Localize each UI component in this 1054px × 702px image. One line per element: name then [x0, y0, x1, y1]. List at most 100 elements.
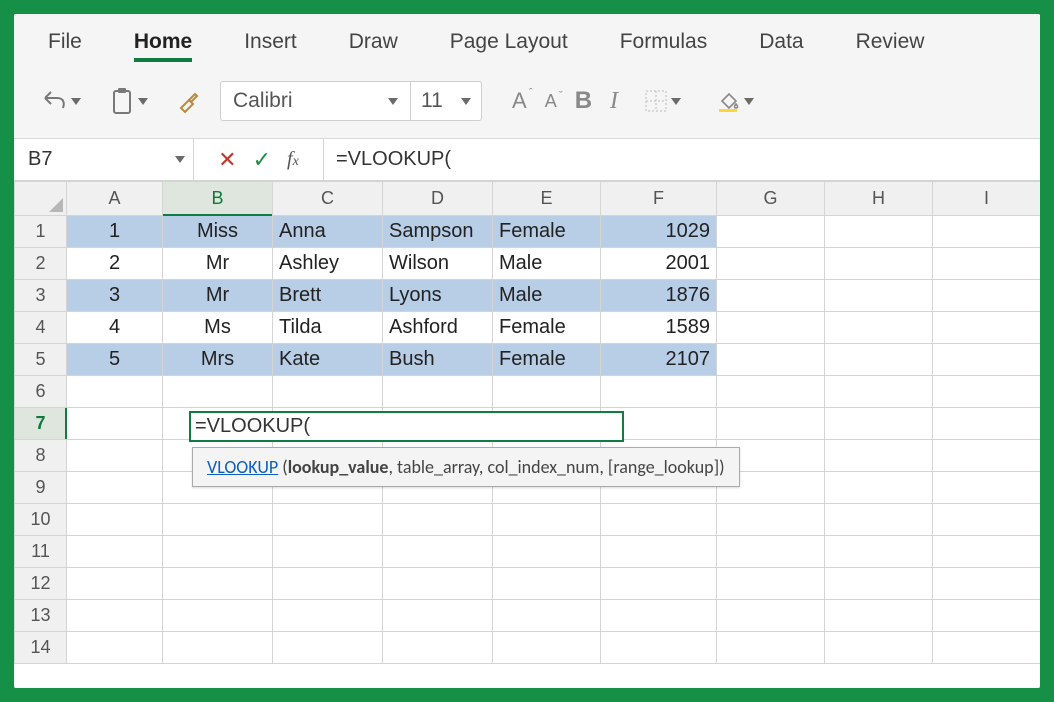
- column-header-I[interactable]: I: [933, 182, 1041, 216]
- row-header-3[interactable]: 3: [15, 280, 67, 312]
- cell-I7[interactable]: [933, 408, 1041, 440]
- cell-H11[interactable]: [825, 536, 933, 568]
- cell-E13[interactable]: [493, 600, 601, 632]
- column-header-C[interactable]: C: [273, 182, 383, 216]
- row-header-12[interactable]: 12: [15, 568, 67, 600]
- cell-B5[interactable]: Mrs: [163, 344, 273, 376]
- cell-E5[interactable]: Female: [493, 344, 601, 376]
- cell-A3[interactable]: 3: [67, 280, 163, 312]
- row-header-10[interactable]: 10: [15, 504, 67, 536]
- cell-C1[interactable]: Anna: [273, 216, 383, 248]
- cell-F14[interactable]: [601, 632, 717, 664]
- cell-I14[interactable]: [933, 632, 1041, 664]
- cell-E1[interactable]: Female: [493, 216, 601, 248]
- cell-A6[interactable]: [67, 376, 163, 408]
- cell-A9[interactable]: [67, 472, 163, 504]
- cell-G1[interactable]: [717, 216, 825, 248]
- cell-D14[interactable]: [383, 632, 493, 664]
- cell-F12[interactable]: [601, 568, 717, 600]
- row-header-7[interactable]: 7: [15, 408, 67, 440]
- row-header-8[interactable]: 8: [15, 440, 67, 472]
- cell-A14[interactable]: [67, 632, 163, 664]
- tab-file[interactable]: File: [34, 20, 96, 64]
- cell-F4[interactable]: 1589: [601, 312, 717, 344]
- cell-G7[interactable]: [717, 408, 825, 440]
- row-header-1[interactable]: 1: [15, 216, 67, 248]
- fill-color-button[interactable]: [708, 83, 762, 119]
- cell-C14[interactable]: [273, 632, 383, 664]
- cell-I3[interactable]: [933, 280, 1041, 312]
- cell-F10[interactable]: [601, 504, 717, 536]
- row-header-2[interactable]: 2: [15, 248, 67, 280]
- cell-D12[interactable]: [383, 568, 493, 600]
- row-header-4[interactable]: 4: [15, 312, 67, 344]
- tab-data[interactable]: Data: [745, 20, 817, 64]
- cell-E14[interactable]: [493, 632, 601, 664]
- cell-C13[interactable]: [273, 600, 383, 632]
- cell-C12[interactable]: [273, 568, 383, 600]
- cell-C6[interactable]: [273, 376, 383, 408]
- cell-D4[interactable]: Ashford: [383, 312, 493, 344]
- cell-H10[interactable]: [825, 504, 933, 536]
- cell-I4[interactable]: [933, 312, 1041, 344]
- cell-D2[interactable]: Wilson: [383, 248, 493, 280]
- cell-I8[interactable]: [933, 440, 1041, 472]
- row-header-5[interactable]: 5: [15, 344, 67, 376]
- cell-A10[interactable]: [67, 504, 163, 536]
- cell-F11[interactable]: [601, 536, 717, 568]
- cell-A7[interactable]: [67, 408, 163, 440]
- cell-G4[interactable]: [717, 312, 825, 344]
- format-painter-button[interactable]: [170, 83, 206, 119]
- font-selector[interactable]: Calibri 11: [220, 81, 482, 121]
- column-header-A[interactable]: A: [67, 182, 163, 216]
- name-box[interactable]: B7: [14, 139, 194, 180]
- cell-C2[interactable]: Ashley: [273, 248, 383, 280]
- cell-C4[interactable]: Tilda: [273, 312, 383, 344]
- insert-function-button[interactable]: fx: [287, 148, 299, 171]
- cell-H13[interactable]: [825, 600, 933, 632]
- cell-E2[interactable]: Male: [493, 248, 601, 280]
- active-cell-editor[interactable]: =VLOOKUP(: [189, 411, 624, 442]
- cell-H3[interactable]: [825, 280, 933, 312]
- cell-D5[interactable]: Bush: [383, 344, 493, 376]
- cell-F2[interactable]: 2001: [601, 248, 717, 280]
- cell-G2[interactable]: [717, 248, 825, 280]
- cell-F6[interactable]: [601, 376, 717, 408]
- cell-C5[interactable]: Kate: [273, 344, 383, 376]
- cell-B13[interactable]: [163, 600, 273, 632]
- cell-H4[interactable]: [825, 312, 933, 344]
- paste-button[interactable]: [102, 83, 156, 119]
- cell-G5[interactable]: [717, 344, 825, 376]
- cell-D3[interactable]: Lyons: [383, 280, 493, 312]
- cell-B12[interactable]: [163, 568, 273, 600]
- cell-A12[interactable]: [67, 568, 163, 600]
- cell-C3[interactable]: Brett: [273, 280, 383, 312]
- cell-A4[interactable]: 4: [67, 312, 163, 344]
- cell-B6[interactable]: [163, 376, 273, 408]
- cell-H2[interactable]: [825, 248, 933, 280]
- cell-A8[interactable]: [67, 440, 163, 472]
- cell-I10[interactable]: [933, 504, 1041, 536]
- cell-H6[interactable]: [825, 376, 933, 408]
- tab-insert[interactable]: Insert: [230, 20, 311, 64]
- cell-I13[interactable]: [933, 600, 1041, 632]
- cancel-formula-button[interactable]: ✕: [218, 147, 236, 173]
- cell-B14[interactable]: [163, 632, 273, 664]
- cell-D11[interactable]: [383, 536, 493, 568]
- cell-G10[interactable]: [717, 504, 825, 536]
- row-header-9[interactable]: 9: [15, 472, 67, 504]
- column-header-E[interactable]: E: [493, 182, 601, 216]
- column-header-B[interactable]: B: [163, 182, 273, 216]
- cell-D1[interactable]: Sampson: [383, 216, 493, 248]
- column-header-D[interactable]: D: [383, 182, 493, 216]
- cell-H7[interactable]: [825, 408, 933, 440]
- cell-B11[interactable]: [163, 536, 273, 568]
- cell-H9[interactable]: [825, 472, 933, 504]
- cell-F1[interactable]: 1029: [601, 216, 717, 248]
- cell-G11[interactable]: [717, 536, 825, 568]
- font-name-dropdown[interactable]: Calibri: [221, 82, 411, 120]
- cell-G12[interactable]: [717, 568, 825, 600]
- cell-A5[interactable]: 5: [67, 344, 163, 376]
- column-header-F[interactable]: F: [601, 182, 717, 216]
- cell-I5[interactable]: [933, 344, 1041, 376]
